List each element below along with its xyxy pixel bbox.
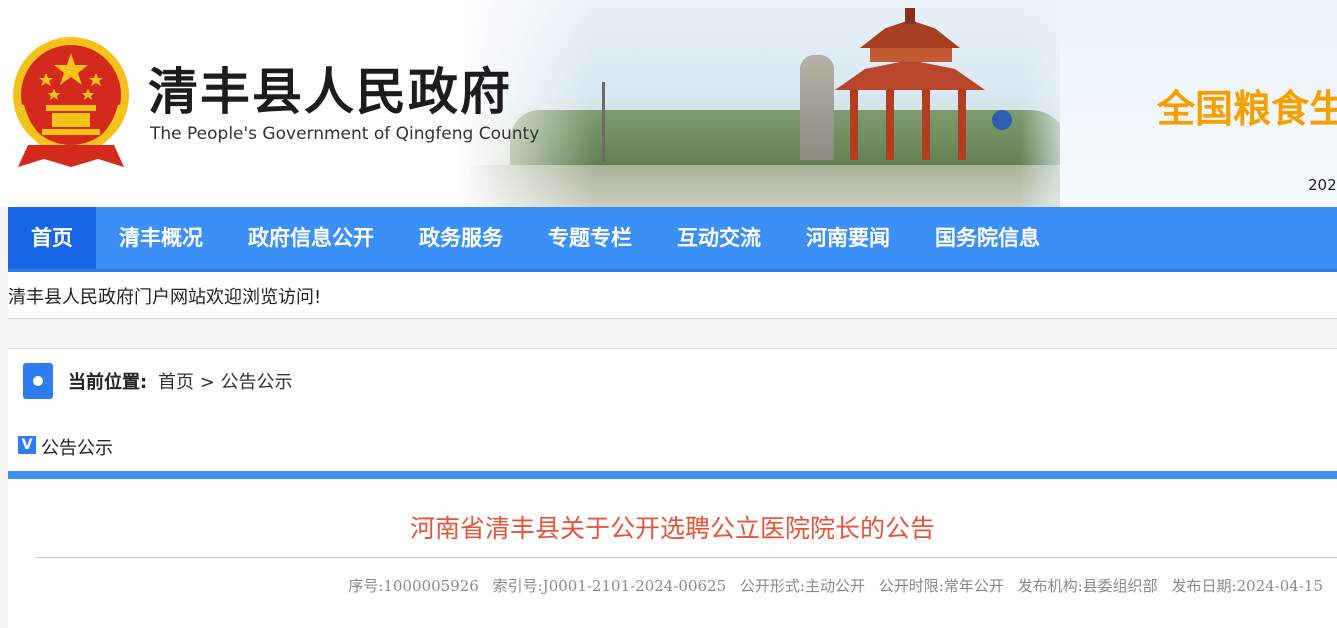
nav-state-council-info[interactable]: 国务院信息 <box>935 207 1040 269</box>
article-divider <box>36 557 1337 558</box>
nav-special-topics[interactable]: 专题专栏 <box>548 207 632 269</box>
location-dot-icon <box>23 363 53 399</box>
nav-home[interactable]: 首页 <box>8 207 96 269</box>
banner-pavilion-columns <box>850 90 970 160</box>
banner-pavilion-middle <box>870 46 952 62</box>
meta-org: 发布机构:县委组织部 <box>1017 577 1158 595</box>
nav-gov-info-disclosure[interactable]: 政府信息公开 <box>248 207 374 269</box>
article: 河南省清丰县关于公开选聘公立医院院长的公告 序号:1000005926 索引号:… <box>8 479 1337 628</box>
article-meta: 序号:1000005926 索引号:J0001-2101-2024-00625 … <box>339 575 1323 596</box>
banner-pavilion-finial <box>905 8 915 24</box>
article-title: 河南省清丰县关于公开选聘公立医院院长的公告 <box>409 514 935 543</box>
section-divider <box>8 471 1337 479</box>
national-emblem-icon[interactable] <box>8 33 134 169</box>
main-nav: 首页 清丰概况 政府信息公开 政务服务 专题专栏 互动交流 河南要闻 国务院信息 <box>8 207 1337 272</box>
banner-lamp <box>602 82 605 162</box>
meta-serial: 序号:1000005926 <box>348 577 479 595</box>
breadcrumb-path: 首页 > 公告公示 <box>158 368 293 394</box>
welcome-text: 清丰县人民政府门户网站欢迎浏览访问! <box>8 287 322 308</box>
meta-term: 公开时限:常年公开 <box>878 577 1004 595</box>
banner-statue <box>800 55 834 160</box>
site-title[interactable]: 清丰县人民政府 <box>148 52 512 124</box>
site-subtitle: The People's Government of Qingfeng Coun… <box>150 124 540 144</box>
header-date: 202 <box>1308 176 1337 194</box>
welcome-marquee: 清丰县人民政府门户网站欢迎浏览访问! <box>8 272 1337 319</box>
meta-date: 发布日期:2024-04-15 <box>1171 577 1323 595</box>
breadcrumb-current-link[interactable]: 公告公示 <box>221 372 293 393</box>
banner-slogan: 全国粮食生 <box>1157 87 1337 131</box>
breadcrumb-label: 当前位置: <box>68 372 148 393</box>
banner-road-sign <box>992 110 1012 130</box>
nav-gov-services[interactable]: 政务服务 <box>419 207 503 269</box>
breadcrumb-home-link[interactable]: 首页 <box>158 372 194 393</box>
nav-henan-news[interactable]: 河南要闻 <box>806 207 890 269</box>
breadcrumb-separator: > <box>199 372 215 393</box>
nav-interaction[interactable]: 互动交流 <box>677 207 761 269</box>
column-header: V 公告公示 <box>8 411 1337 471</box>
meta-form: 公开形式:主动公开 <box>739 577 865 595</box>
column-label[interactable]: 公告公示 <box>41 434 113 460</box>
site-header: 清丰县人民政府 The People's Government of Qingf… <box>0 0 1337 207</box>
breadcrumb: 当前位置: 首页 > 公告公示 <box>8 348 1337 412</box>
column-badge-icon: V <box>18 436 36 454</box>
meta-index: 索引号:J0001-2101-2024-00625 <box>492 577 727 595</box>
nav-qingfeng-overview[interactable]: 清丰概况 <box>119 207 203 269</box>
